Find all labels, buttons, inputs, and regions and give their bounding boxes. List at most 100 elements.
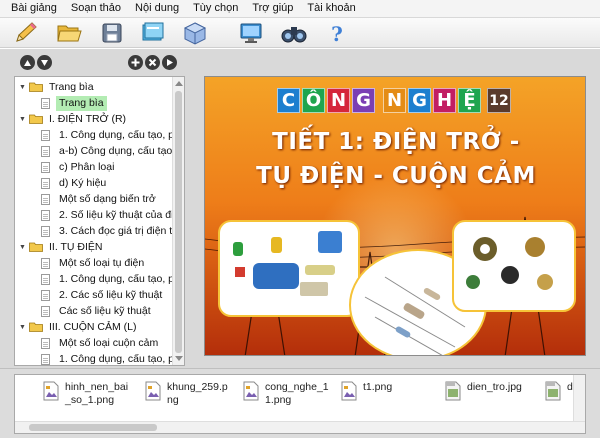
resource-bar: hinh_nen_bai_so_1.png khung_259.png cong_n… <box>0 368 600 438</box>
tree-folder-item[interactable]: ▼ Trang bìa <box>15 79 173 95</box>
page-icon <box>41 129 50 141</box>
folder-icon <box>29 322 43 332</box>
expand-toggle-icon[interactable]: ▼ <box>18 84 27 91</box>
slide-preview: C Ô N G N G H Ệ 12 TIẾT 1: ĐIỆN TRỞ - TỤ… <box>204 76 586 356</box>
file-item[interactable]: dien_tro.jpg <box>445 381 533 421</box>
page-icon <box>41 161 50 173</box>
tree-folder-item[interactable]: ▼ III. CUỘN CẢM (L) <box>15 319 173 335</box>
tree-scroll-thumb[interactable] <box>175 91 182 353</box>
lesson-tree: ▼ Trang bìa Trang bìa ▼ I. ĐIỆN TRỞ (R) 1. Cô… <box>14 76 185 366</box>
tree-scrollbar[interactable] <box>172 77 184 365</box>
tree-page-item[interactable]: 1. Công dụng, cấu tạo, phân loại <box>15 271 173 287</box>
tree-page-item[interactable]: 1. Công dụng, cấu tạo, phân loại <box>15 351 173 365</box>
tree-page-item[interactable]: Một số dạng biến trở <box>15 191 173 207</box>
jpg-file-icon <box>445 381 461 401</box>
open-folder-icon[interactable] <box>55 20 83 46</box>
tree-item-label: 3. Cách đọc giá trị điện trở <box>59 224 173 237</box>
help-icon[interactable]: ? <box>323 20 351 46</box>
resource-scroll-thumb[interactable] <box>29 424 157 431</box>
tree-page-item[interactable]: c) Phân loại <box>15 159 173 175</box>
menu-tro-giup[interactable]: Trợ giúp <box>245 0 300 17</box>
png-file-icon <box>341 381 357 401</box>
folder-icon <box>29 242 43 252</box>
tree-folder-item[interactable]: ▼ I. ĐIỆN TRỞ (R) <box>15 111 173 127</box>
file-name-label: t1.png <box>363 381 393 393</box>
add-button[interactable] <box>128 55 143 70</box>
tree-item-label: Các số liệu kỹ thuật <box>59 304 151 317</box>
page-icon <box>41 225 50 237</box>
slide-title-line-1: TIẾT 1: ĐIỆN TRỞ - <box>272 129 520 155</box>
tree-page-item[interactable]: 1. Công dụng, cấu tạo, phân loại <box>15 127 173 143</box>
file-name-label: cong_nghe_11.png <box>265 381 329 406</box>
tree-page-item[interactable]: Một số loại cuộn cảm <box>15 335 173 351</box>
page-icon <box>41 97 50 109</box>
page-icon <box>41 145 50 157</box>
resource-hscrollbar[interactable] <box>15 421 585 433</box>
book-stack-icon[interactable] <box>139 20 167 46</box>
tree-page-item[interactable]: Các số liệu kỹ thuật <box>15 303 173 319</box>
tree-item-label: Trang bìa <box>49 80 94 93</box>
png-file-icon <box>243 381 259 401</box>
menu-soan-thao[interactable]: Soạn thảo <box>64 0 128 17</box>
binoculars-icon[interactable] <box>280 20 308 46</box>
file-name-label: khung_259.png <box>167 381 228 406</box>
tree-item-label: c) Phân loại <box>59 160 115 173</box>
logo-letter: G <box>408 88 431 113</box>
menu-tuy-chon[interactable]: Tùy chọn <box>186 0 245 17</box>
expand-toggle-icon[interactable]: ▼ <box>18 324 27 331</box>
tree-list: ▼ Trang bìa Trang bìa ▼ I. ĐIỆN TRỞ (R) 1. Cô… <box>15 77 173 365</box>
cube-icon[interactable] <box>181 20 209 46</box>
png-file-icon <box>145 381 161 401</box>
tree-item-label: d) Ký hiệu <box>59 176 107 189</box>
tree-item-label: I. ĐIỆN TRỞ (R) <box>49 112 127 125</box>
slide-background <box>205 77 585 355</box>
slide-title-line-2: TỤ ĐIỆN - CUỘN CẢM <box>256 163 536 189</box>
tree-item-label: 2. Số liệu kỹ thuật của điện trở <box>59 208 173 221</box>
tree-page-item[interactable]: a-b) Công dụng, cấu tạo <box>15 143 173 159</box>
main-area: ▼ Trang bìa Trang bìa ▼ I. ĐIỆN TRỞ (R) 1. Cô… <box>0 49 600 368</box>
jpg-file-icon <box>545 381 561 401</box>
tree-page-item[interactable]: 2. Số liệu kỹ thuật của điện trở <box>15 207 173 223</box>
png-file-icon <box>43 381 59 401</box>
expand-toggle-icon[interactable]: ▼ <box>18 116 27 123</box>
tree-item-label: a-b) Công dụng, cấu tạo <box>59 144 173 157</box>
tree-item-label: 2. Các số liệu kỹ thuật <box>59 288 163 301</box>
logo-letter: G <box>352 88 375 113</box>
scroll-down-arrow-icon[interactable] <box>175 356 183 361</box>
toolbar: ? <box>0 18 600 48</box>
tree-page-item[interactable]: d) Ký hiệu <box>15 175 173 191</box>
tree-item-label: 1. Công dụng, cấu tạo, phân loại <box>59 352 173 365</box>
logo-letter: Ệ <box>458 88 481 113</box>
tree-item-label: II. TỤ ĐIỆN <box>49 240 103 253</box>
logo-letter: H <box>433 88 456 113</box>
move-down-button[interactable] <box>37 55 52 70</box>
tree-page-item[interactable]: 3. Cách đọc giá trị điện trở <box>15 223 173 239</box>
tree-page-item[interactable]: Một số loại tụ điện <box>15 255 173 271</box>
next-button[interactable] <box>162 55 177 70</box>
file-item[interactable]: hinh_nen_bai_so_1.png <box>43 381 131 421</box>
tree-item-label: Trang bìa <box>56 95 107 111</box>
monitor-icon[interactable] <box>237 20 265 46</box>
file-item[interactable]: cong_nghe_11.png <box>243 381 331 421</box>
tree-folder-item[interactable]: ▼ II. TỤ ĐIỆN <box>15 239 173 255</box>
file-name-label: dien_tro.jpg <box>467 381 522 393</box>
file-item[interactable]: t1.png <box>341 381 429 421</box>
page-icon <box>41 305 50 317</box>
tree-page-item[interactable]: 2. Các số liệu kỹ thuật <box>15 287 173 303</box>
page-icon <box>41 177 50 189</box>
delete-button[interactable] <box>145 55 160 70</box>
pencil-icon[interactable] <box>12 20 40 46</box>
move-up-button[interactable] <box>20 55 35 70</box>
resource-vscrollbar[interactable] <box>573 375 585 422</box>
menu-bai-giang[interactable]: Bài giảng <box>4 0 64 17</box>
save-disk-icon[interactable] <box>98 20 126 46</box>
menu-tai-khoan[interactable]: Tài khoản <box>300 0 362 17</box>
file-item[interactable]: khung_259.png <box>145 381 233 421</box>
tree-page-item[interactable]: Trang bìa <box>15 95 173 111</box>
scroll-up-arrow-icon[interactable] <box>175 81 183 86</box>
tree-item-label: Một số loại tụ điện <box>59 256 145 269</box>
page-icon <box>41 193 50 205</box>
folder-icon <box>29 82 43 92</box>
menu-noi-dung[interactable]: Nội dung <box>128 0 186 17</box>
expand-toggle-icon[interactable]: ▼ <box>18 244 27 251</box>
